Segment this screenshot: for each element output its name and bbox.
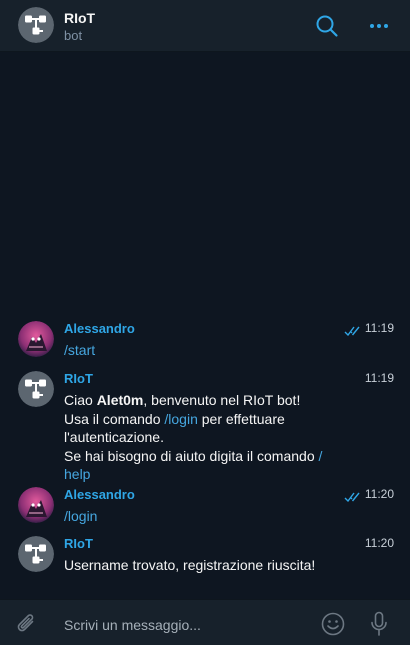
emoji-icon[interactable] <box>320 611 346 637</box>
chat-subtitle: bot <box>64 28 83 43</box>
command-link[interactable]: /start <box>64 341 354 360</box>
command-link[interactable]: /login <box>64 507 354 526</box>
message-line: Usa il comando /login per effettuare <box>64 410 354 429</box>
bot-avatar[interactable] <box>18 7 54 43</box>
message-text: /login <box>64 507 354 526</box>
bot-avatar[interactable] <box>18 536 54 572</box>
paperclip-icon[interactable] <box>14 611 40 637</box>
message-input[interactable]: Scrivi un messaggio... <box>64 617 201 633</box>
search-icon[interactable] <box>314 13 340 39</box>
text-fragment: , benvenuto nel RIoT bot! <box>143 392 301 408</box>
read-checks-icon <box>344 323 362 341</box>
command-link[interactable]: help <box>64 465 354 484</box>
message-line: l'autenticazione. <box>64 429 164 446</box>
message-line: Se hai bisogno di aiuto digita il comand… <box>64 447 354 466</box>
username-mention: Alet0m <box>96 392 144 408</box>
text-fragment: per effettuare <box>197 410 285 427</box>
user-avatar[interactable] <box>18 487 54 523</box>
message-line: Username trovato, registrazione riuscita… <box>64 557 316 573</box>
microphone-icon[interactable] <box>366 610 392 638</box>
command-link[interactable]: / <box>319 448 323 464</box>
bot-avatar[interactable] <box>18 371 54 407</box>
message-sender[interactable]: Alessandro <box>64 321 135 336</box>
message-text: Username trovato, registrazione riuscita… <box>64 556 354 575</box>
message-sender[interactable]: Alessandro <box>64 487 135 502</box>
message-sender[interactable]: RIoT <box>64 371 93 386</box>
message-time: 11:20 <box>364 536 394 550</box>
message-text: /start <box>64 341 354 360</box>
text-fragment: Usa il comando <box>64 410 165 427</box>
chat-header: RIoT bot <box>0 0 410 52</box>
more-icon[interactable] <box>366 13 392 39</box>
message-time: 11:20 <box>364 487 394 501</box>
text-fragment: Ciao <box>64 392 97 408</box>
command-link[interactable]: /login <box>164 411 197 427</box>
message-time: 11:19 <box>364 321 394 335</box>
message-time: 11:19 <box>364 371 394 385</box>
message-line: Ciao Alet0m, benvenuto nel RIoT bot! <box>64 391 354 410</box>
user-avatar[interactable] <box>18 321 54 357</box>
chat-title[interactable]: RIoT <box>64 10 95 26</box>
text-fragment: Se hai bisogno di aiuto digita il comand… <box>64 447 319 464</box>
message-composer: Scrivi un messaggio... <box>0 599 410 645</box>
message-text: Ciao Alet0m, benvenuto nel RIoT bot! Usa… <box>64 391 354 484</box>
read-checks-icon <box>344 489 362 507</box>
message-sender[interactable]: RIoT <box>64 536 93 551</box>
